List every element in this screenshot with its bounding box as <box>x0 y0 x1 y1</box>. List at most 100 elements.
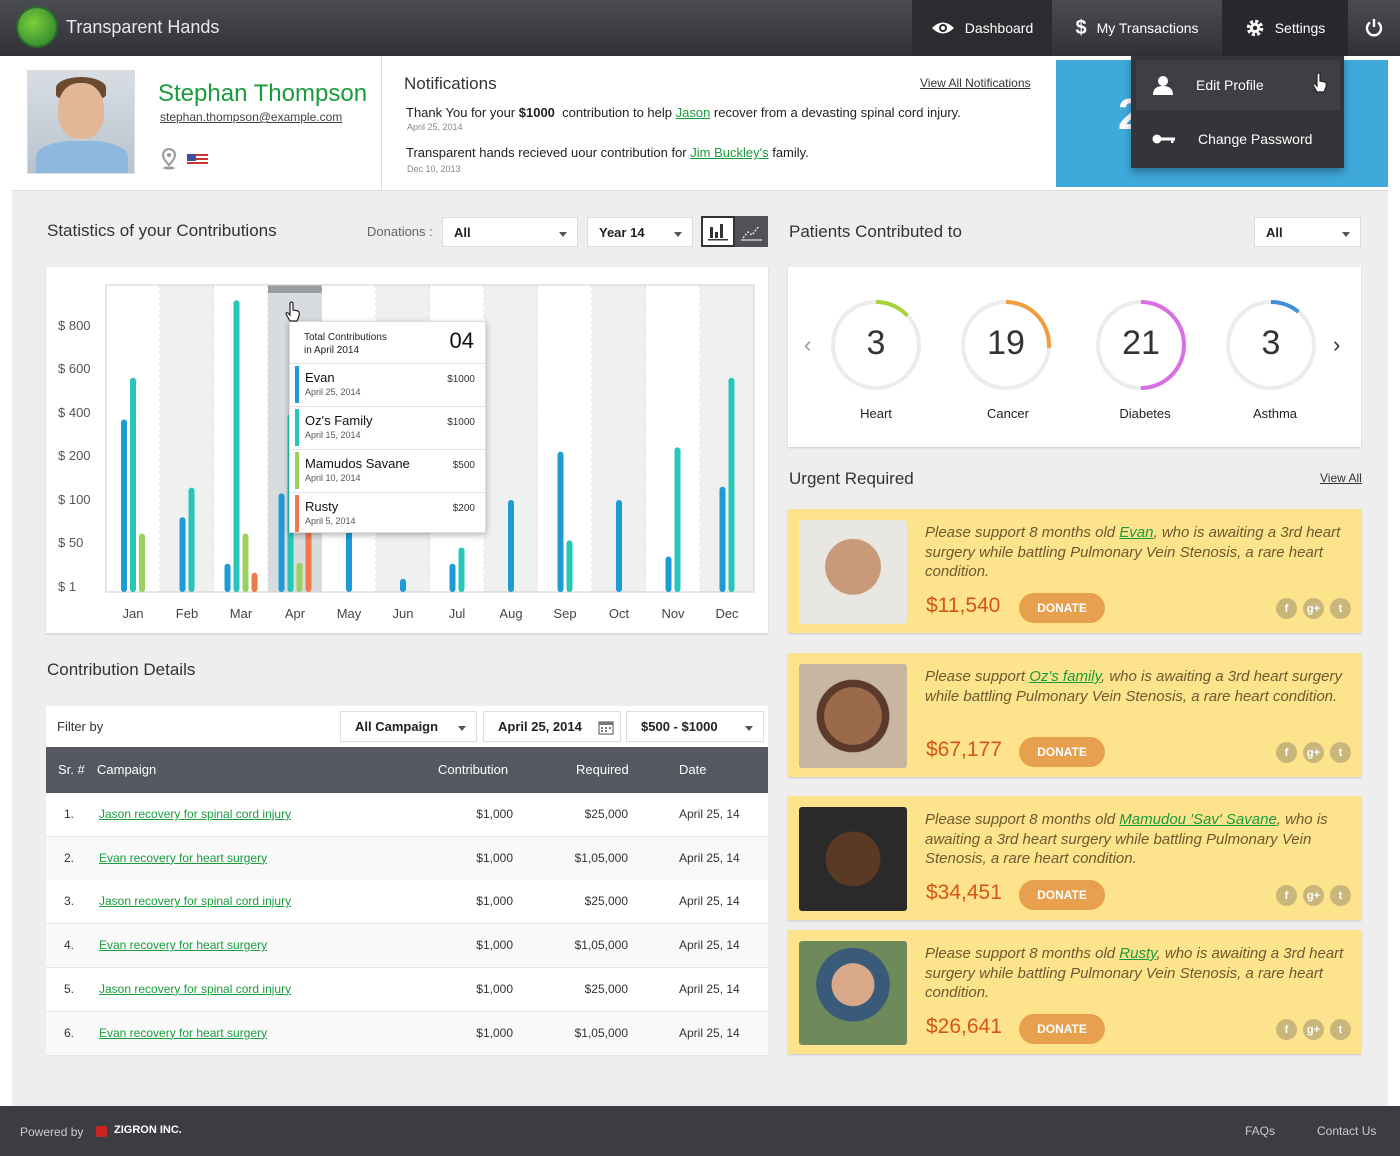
view-all-notifications-link[interactable]: View All Notifications <box>920 76 1031 90</box>
contribution-bar[interactable] <box>296 562 303 592</box>
contribution-date: April 25, 14 <box>679 807 740 821</box>
donate-button[interactable]: DONATE <box>1019 593 1105 623</box>
patient-photo[interactable] <box>799 664 907 768</box>
tooltip-color-marker <box>295 366 299 403</box>
year-select[interactable]: Year 14 <box>587 217 693 247</box>
facebook-icon[interactable]: f <box>1276 742 1297 763</box>
facebook-icon[interactable]: f <box>1276 1019 1297 1040</box>
contribution-bar[interactable] <box>139 533 145 592</box>
app-title[interactable]: Transparent Hands <box>66 17 219 38</box>
google-plus-icon[interactable]: g+ <box>1303 1019 1324 1040</box>
nav-transactions-button[interactable]: $ My Transactions <box>1052 0 1222 56</box>
bar-chart-toggle[interactable] <box>701 216 735 247</box>
urgent-case-card: Please support 8 months old Rusty, who i… <box>788 930 1361 1054</box>
campaign-link[interactable]: Jason recovery for spinal cord injury <box>99 894 291 908</box>
facebook-icon[interactable]: f <box>1276 885 1297 906</box>
column-header-date[interactable]: Date <box>679 762 706 777</box>
contribution-bar[interactable] <box>188 487 195 592</box>
patient-photo[interactable] <box>799 520 907 624</box>
twitter-icon[interactable]: t <box>1330 1019 1351 1040</box>
us-flag-icon <box>187 154 208 166</box>
contribution-bar[interactable] <box>674 447 681 592</box>
contribution-bar[interactable] <box>449 563 456 592</box>
campaign-link[interactable]: Evan recovery for heart surgery <box>99 938 267 952</box>
campaign-link[interactable]: Evan recovery for heart surgery <box>99 1026 267 1040</box>
google-plus-icon[interactable]: g+ <box>1303 598 1324 619</box>
edit-profile-menu-item[interactable]: Edit Profile <box>1136 60 1340 110</box>
contribution-bar[interactable] <box>665 556 672 592</box>
contribution-bar[interactable] <box>719 486 726 592</box>
patient-name-link[interactable]: Rusty <box>1119 945 1156 962</box>
donate-button[interactable]: DONATE <box>1019 1014 1105 1044</box>
contribution-bar[interactable] <box>121 419 127 592</box>
table-row[interactable]: 2. Evan recovery for heart surgery $1,000 $… <box>46 836 768 881</box>
contribution-bar[interactable] <box>458 547 465 592</box>
google-plus-icon[interactable]: g+ <box>1303 742 1324 763</box>
twitter-icon[interactable]: t <box>1330 885 1351 906</box>
contribution-bar[interactable] <box>616 500 622 592</box>
tooltip-item-date: April 10, 2014 <box>305 473 361 483</box>
patients-filter-select[interactable]: All <box>1254 217 1361 247</box>
donations-select[interactable]: All <box>442 217 578 247</box>
notification-patient-link[interactable]: Jason <box>676 105 711 120</box>
notification-patient-link[interactable]: Jim Buckley's <box>690 145 768 160</box>
contribution-bar[interactable] <box>566 540 573 592</box>
urgent-view-all-link[interactable]: View All <box>1320 471 1362 485</box>
month-column-band[interactable] <box>160 285 214 592</box>
facebook-icon[interactable]: f <box>1276 598 1297 619</box>
table-row[interactable]: 5. Jason recovery for spinal cord injury $… <box>46 967 768 1012</box>
carousel-next-icon[interactable]: › <box>1333 332 1340 358</box>
date-filter-input[interactable]: April 25, 2014 <box>483 711 621 742</box>
carousel-prev-icon[interactable]: ‹ <box>804 332 811 358</box>
contribution-bar[interactable] <box>179 517 186 592</box>
patient-name-link[interactable]: Oz's family <box>1029 668 1101 685</box>
contribution-bar[interactable] <box>233 300 240 592</box>
table-row[interactable]: 4. Evan recovery for heart surgery $1,000 $… <box>46 924 768 969</box>
google-plus-icon[interactable]: g+ <box>1303 885 1324 906</box>
campaign-link[interactable]: Jason recovery for spinal cord injury <box>99 807 291 821</box>
campaign-filter-select[interactable]: All Campaign <box>340 711 477 742</box>
nav-dashboard-button[interactable]: Dashboard <box>912 0 1052 56</box>
contribution-bar[interactable] <box>224 563 231 592</box>
table-row[interactable]: 6. Evan recovery for heart surgery $1,000 $… <box>46 1011 768 1056</box>
logo-icon[interactable] <box>18 8 56 46</box>
campaign-link[interactable]: Evan recovery for heart surgery <box>99 851 267 865</box>
amount-range-select[interactable]: $500 - $1000 <box>626 711 764 742</box>
donate-button[interactable]: DONATE <box>1019 880 1105 910</box>
nav-settings-button[interactable]: Settings <box>1222 0 1348 56</box>
table-row[interactable]: 1. Jason recovery for spinal cord injury $… <box>46 793 768 837</box>
donate-button[interactable]: DONATE <box>1019 737 1105 767</box>
company-name[interactable]: ZIGRON INC. <box>114 1124 182 1136</box>
month-column-band[interactable] <box>538 285 592 592</box>
line-chart-toggle[interactable] <box>735 216 768 247</box>
patient-name-link[interactable]: Mamudou 'Sav' Savane <box>1119 811 1277 828</box>
table-row[interactable]: 3. Jason recovery for spinal cord injury $… <box>46 880 768 925</box>
campaign-link[interactable]: Jason recovery for spinal cord injury <box>99 982 291 996</box>
contribution-bar[interactable] <box>557 451 564 592</box>
change-password-menu-item[interactable]: Change Password <box>1136 114 1340 164</box>
user-avatar[interactable] <box>27 70 135 174</box>
contribution-bar[interactable] <box>728 377 735 592</box>
month-column-band[interactable] <box>646 285 700 592</box>
patient-photo[interactable] <box>799 941 907 1045</box>
column-header-campaign[interactable]: Campaign <box>97 762 156 777</box>
contribution-bar[interactable] <box>400 578 406 592</box>
contribution-bar[interactable] <box>508 500 514 592</box>
contribution-bar[interactable] <box>278 493 285 592</box>
month-column-band[interactable] <box>214 285 268 592</box>
patient-name-link[interactable]: Evan <box>1119 524 1153 541</box>
contact-us-link[interactable]: Contact Us <box>1317 1124 1376 1138</box>
twitter-icon[interactable]: t <box>1330 598 1351 619</box>
user-email-link[interactable]: stephan.thompson@example.com <box>160 110 342 124</box>
patients-filter-value: All <box>1266 224 1283 240</box>
twitter-icon[interactable]: t <box>1330 742 1351 763</box>
contribution-bar[interactable] <box>242 533 249 592</box>
faqs-link[interactable]: FAQs <box>1245 1124 1275 1138</box>
contribution-bar[interactable] <box>130 377 136 592</box>
column-header-contribution[interactable]: Contribution <box>438 762 508 777</box>
month-column-band[interactable] <box>700 285 754 592</box>
contribution-bar[interactable] <box>251 572 258 592</box>
column-header-required[interactable]: Required <box>576 762 629 777</box>
patient-photo[interactable] <box>799 807 907 911</box>
logout-button[interactable] <box>1348 0 1400 56</box>
